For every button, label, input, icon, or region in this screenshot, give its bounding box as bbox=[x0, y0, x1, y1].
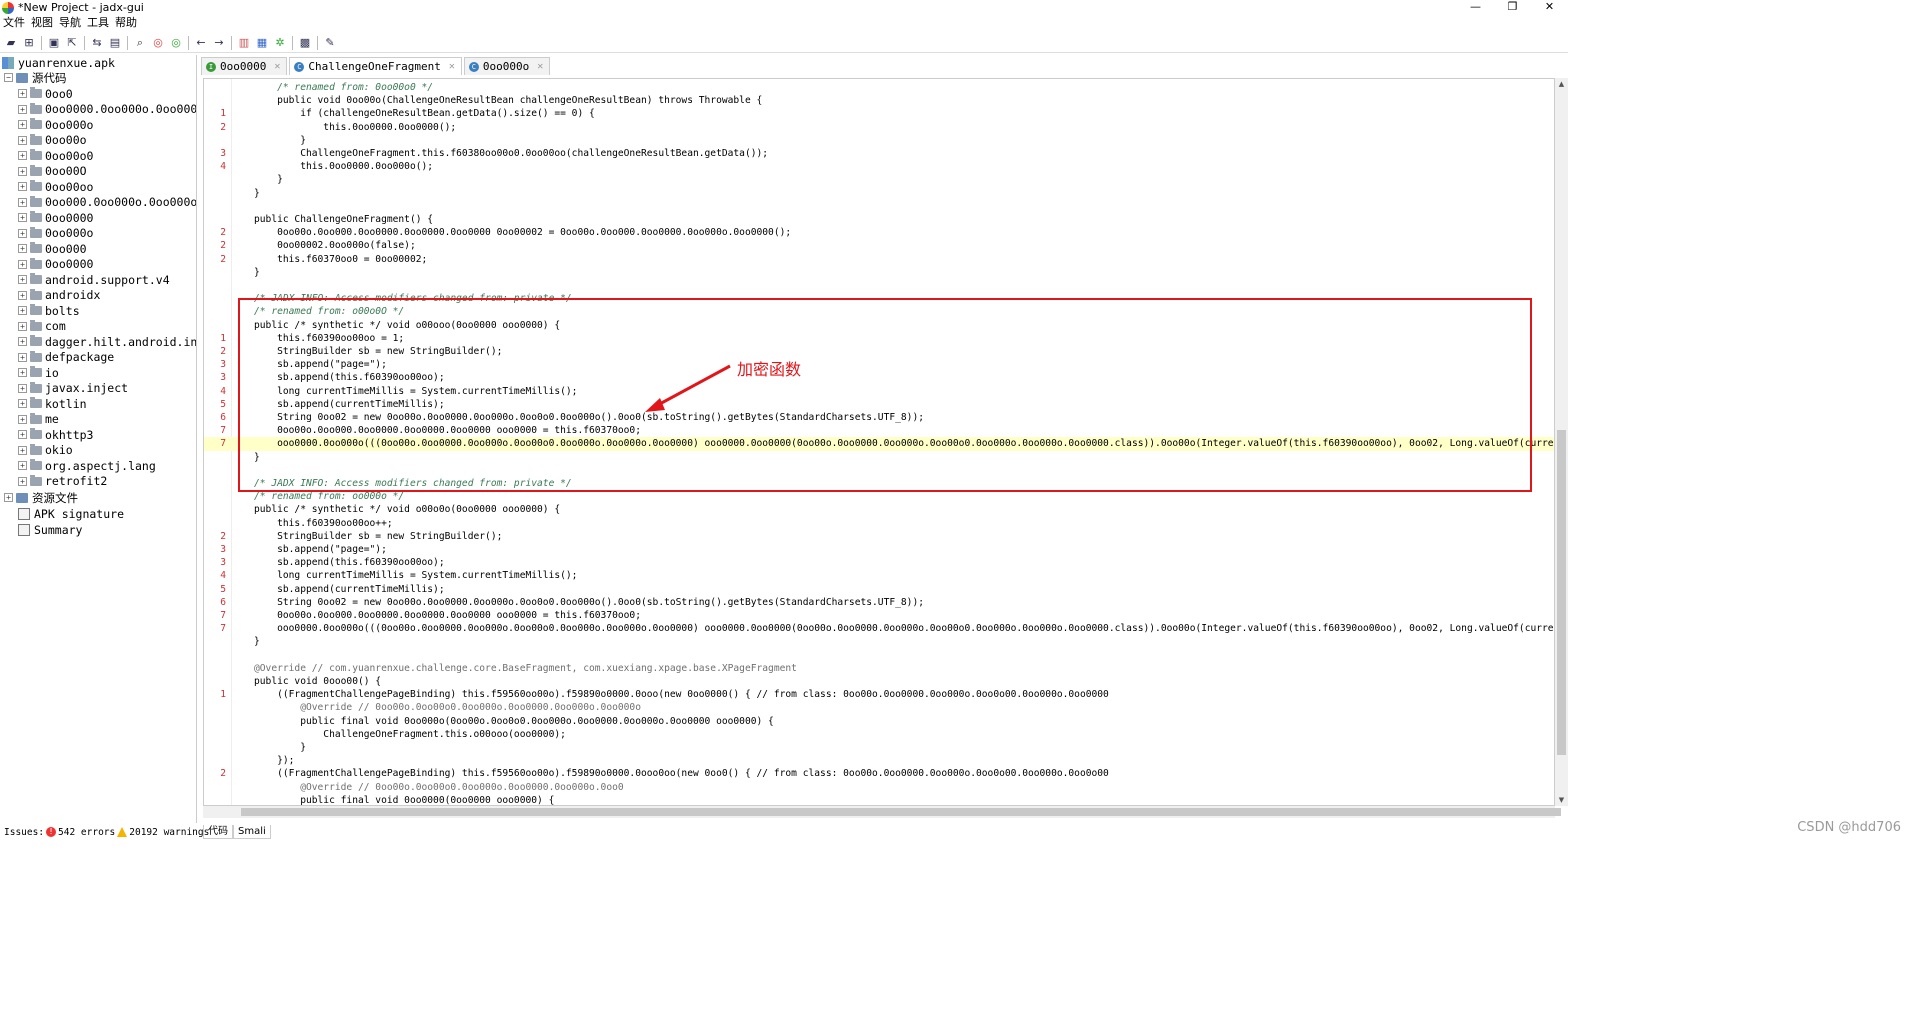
scroll-down-icon[interactable]: ▼ bbox=[1555, 796, 1568, 804]
warning-count[interactable]: 20192 warnings bbox=[129, 827, 209, 838]
view-mode-tabs: 代码 Smali bbox=[203, 825, 271, 839]
editor-vertical-scrollbar[interactable]: ▲ ▼ bbox=[1555, 78, 1568, 806]
scroll-up-icon[interactable]: ▲ bbox=[1555, 80, 1568, 88]
tab-code[interactable]: 代码 bbox=[203, 825, 233, 839]
scroll-thumb[interactable] bbox=[1557, 430, 1566, 755]
tab-smali[interactable]: Smali bbox=[233, 825, 271, 839]
warning-icon bbox=[117, 827, 128, 837]
issues-label: Issues: bbox=[4, 826, 45, 838]
scroll-thumb[interactable] bbox=[241, 808, 1561, 816]
annotation-label: 加密函数 bbox=[737, 360, 802, 379]
annotation-arrow bbox=[645, 364, 731, 412]
editor-horizontal-scrollbar[interactable] bbox=[203, 806, 1561, 818]
error-count[interactable]: 542 errors bbox=[58, 827, 115, 838]
error-icon: ! bbox=[46, 827, 57, 837]
watermark: CSDN @hdd706 bbox=[1797, 820, 1901, 835]
